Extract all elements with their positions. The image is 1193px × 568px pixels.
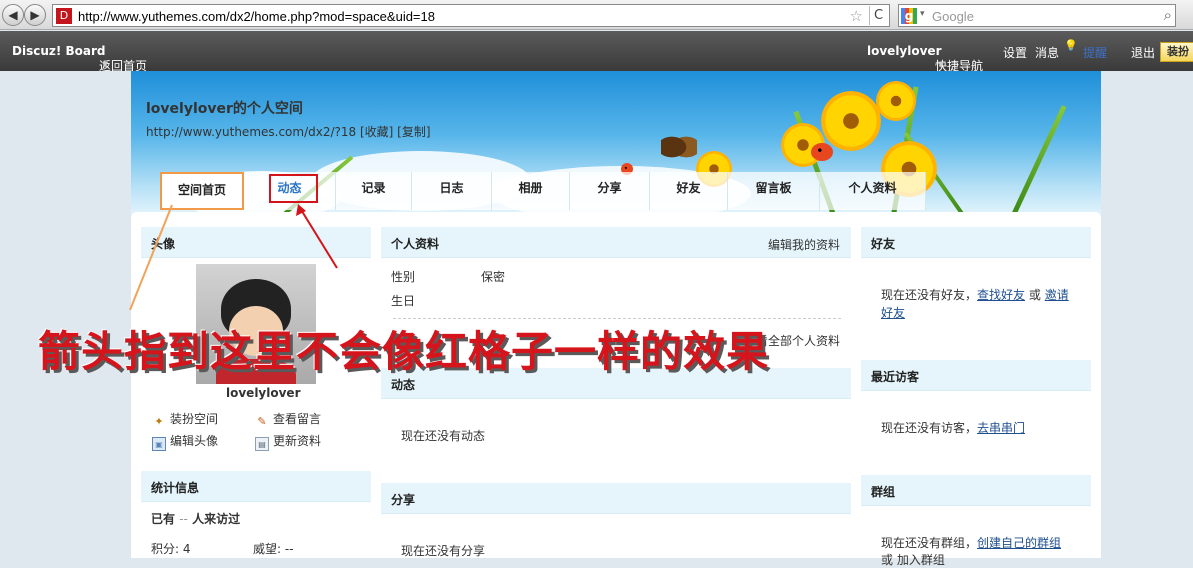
orange-arrow-line <box>129 204 173 311</box>
annotation-caption: 箭头指到这里不会像红格子一样的效果 <box>38 327 770 376</box>
red-arrow-line <box>299 207 338 269</box>
annotation-arrows <box>129 204 338 311</box>
